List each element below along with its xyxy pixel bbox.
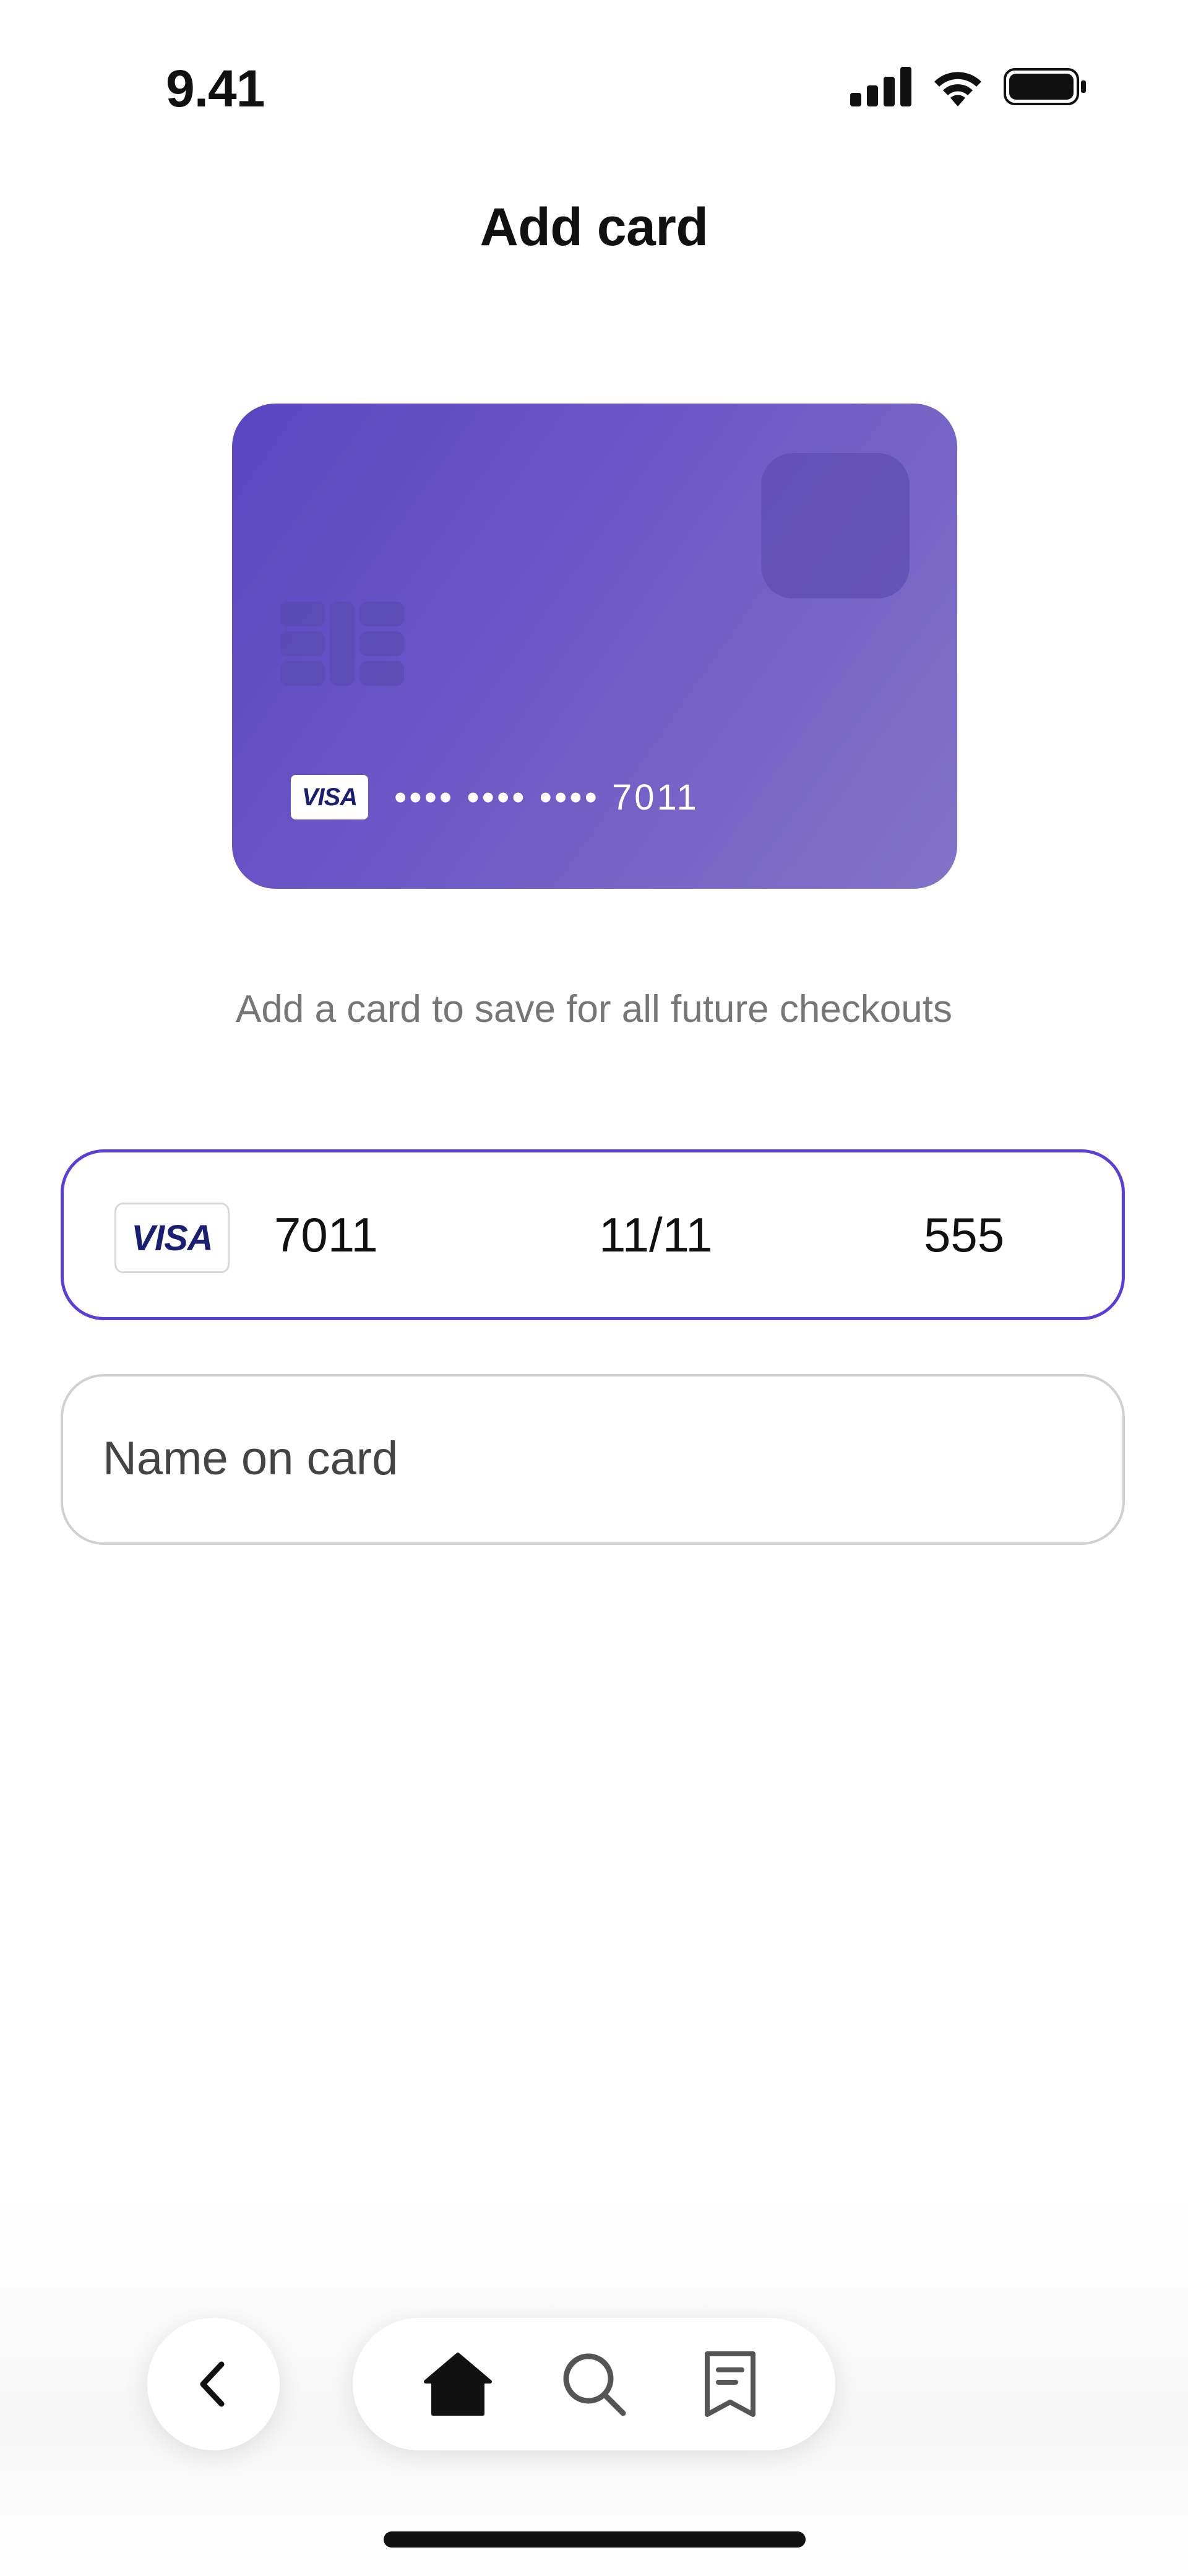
search-icon bbox=[563, 2353, 626, 2416]
bottom-nav bbox=[353, 2318, 835, 2450]
cvc-input[interactable] bbox=[924, 1207, 1048, 1263]
home-indicator[interactable] bbox=[384, 2531, 806, 2548]
nav-search[interactable] bbox=[551, 2341, 637, 2427]
subtitle: Add a card to save for all future checko… bbox=[236, 988, 952, 1031]
card-number-input[interactable] bbox=[274, 1207, 435, 1263]
chip-icon bbox=[280, 602, 404, 686]
page-title: Add card bbox=[480, 197, 708, 257]
card-preview: VISA •••• •••• •••• 7011 bbox=[232, 404, 957, 889]
nav-home[interactable] bbox=[415, 2341, 501, 2427]
battery-icon bbox=[1004, 68, 1086, 105]
expiry-input[interactable] bbox=[599, 1207, 760, 1263]
home-icon bbox=[424, 2353, 492, 2416]
name-on-card-field[interactable] bbox=[61, 1374, 1125, 1545]
receipt-icon bbox=[705, 2351, 755, 2417]
masked-card-number: •••• •••• •••• 7011 bbox=[394, 777, 699, 818]
card-bottom-row: VISA •••• •••• •••• 7011 bbox=[291, 775, 699, 819]
visa-logo: VISA bbox=[114, 1203, 230, 1273]
status-time: 9.41 bbox=[166, 59, 265, 118]
name-on-card-input[interactable] bbox=[101, 1431, 1032, 1486]
card-contactless-square bbox=[761, 453, 910, 599]
card-details-field[interactable]: VISA bbox=[61, 1149, 1125, 1320]
chevron-left-icon bbox=[200, 2361, 225, 2407]
nav-orders[interactable] bbox=[687, 2341, 773, 2427]
back-button[interactable] bbox=[147, 2318, 280, 2450]
visa-logo: VISA bbox=[291, 775, 368, 819]
wifi-icon bbox=[934, 72, 981, 106]
cellular-signal-icon bbox=[850, 67, 911, 106]
status-icons bbox=[850, 67, 1088, 106]
